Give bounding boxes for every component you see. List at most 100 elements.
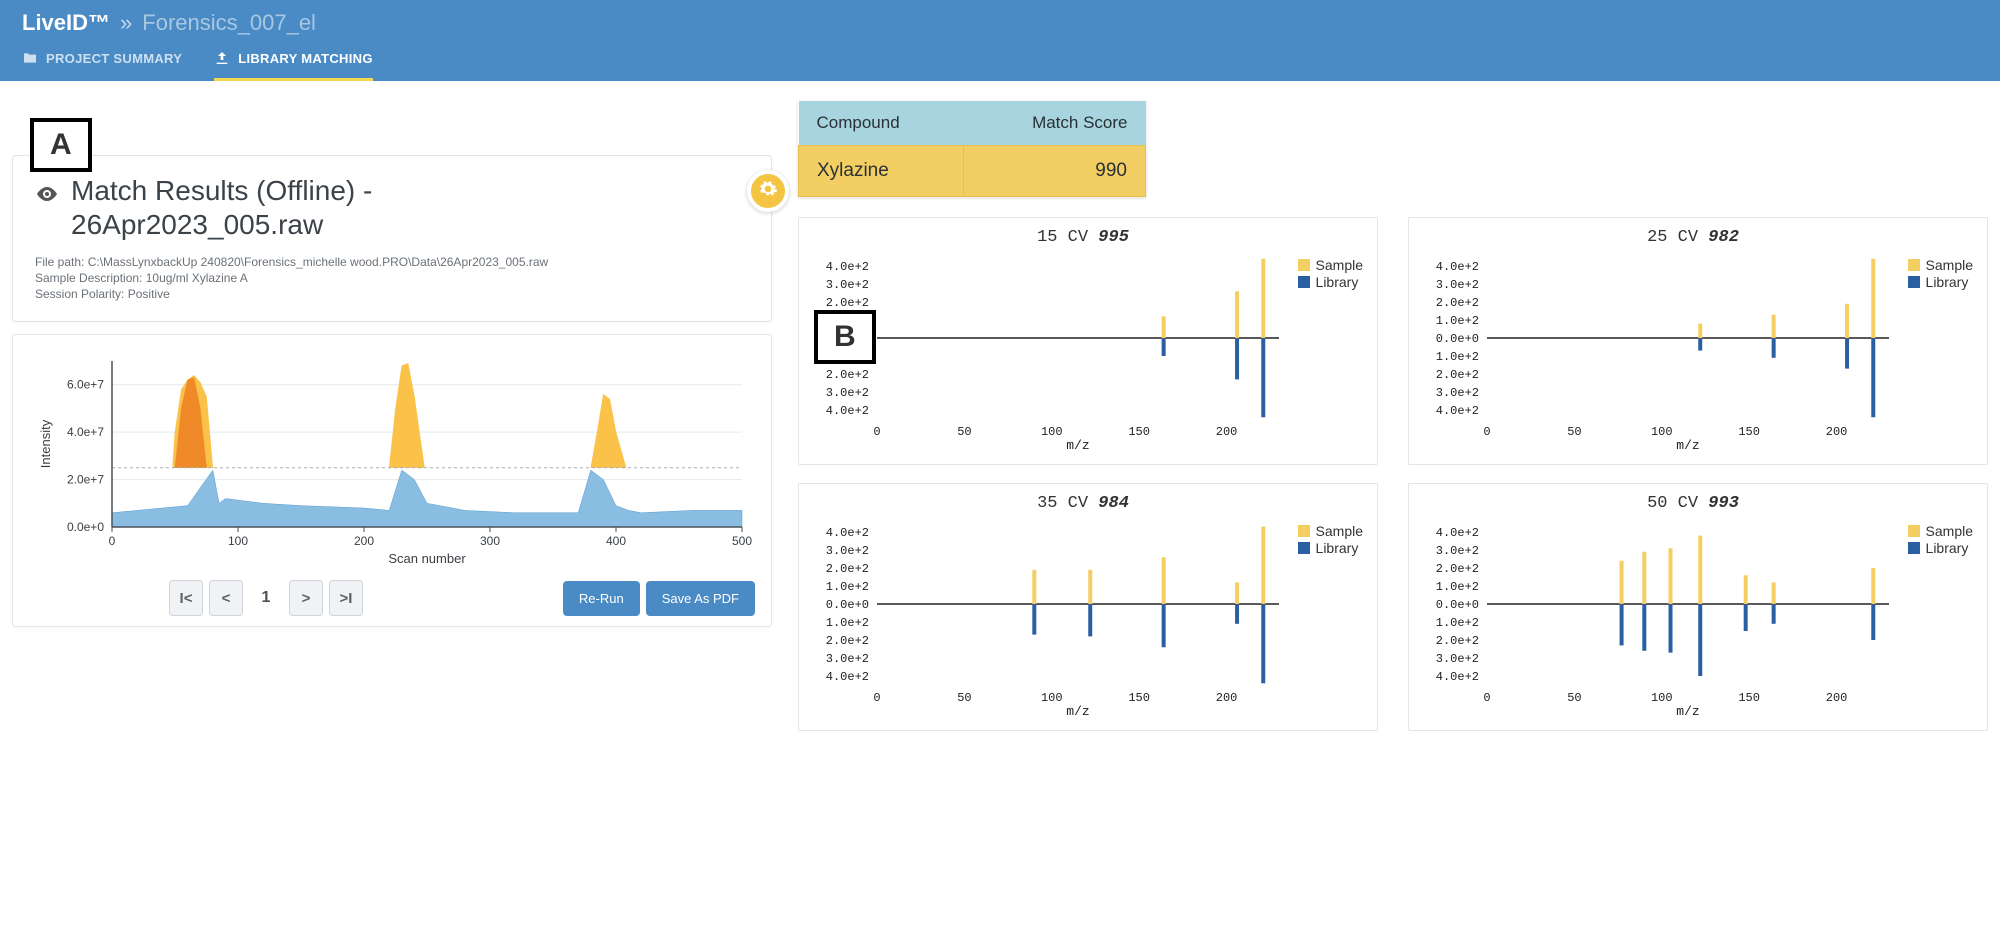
spectrum-card: 50 CV 993SampleLibrary4.0e+23.0e+22.0e+2… bbox=[1408, 483, 1988, 731]
svg-text:4.0e+2: 4.0e+2 bbox=[1436, 404, 1479, 418]
spectrum-title: 15 CV 995 bbox=[799, 228, 1367, 247]
compound-cell: Xylazine bbox=[799, 146, 964, 197]
svg-text:Intensity: Intensity bbox=[38, 419, 53, 468]
score-cell: 990 bbox=[964, 146, 1146, 197]
svg-text:m/z: m/z bbox=[1676, 438, 1699, 453]
spectrum-chart[interactable]: 4.0e+23.0e+22.0e+21.0e+20.0e+01.0e+22.0e… bbox=[799, 519, 1359, 719]
pager-prev-button[interactable]: < bbox=[209, 580, 243, 616]
svg-text:200: 200 bbox=[1826, 425, 1848, 439]
pager-page: 1 bbox=[249, 580, 283, 616]
pager-last-button[interactable]: >I bbox=[329, 580, 363, 616]
svg-text:0.0e+0: 0.0e+0 bbox=[1436, 332, 1479, 346]
app-name: LiveID™ bbox=[22, 10, 110, 36]
gear-icon bbox=[758, 179, 778, 204]
svg-text:0.0e+0: 0.0e+0 bbox=[1436, 598, 1479, 612]
svg-text:200: 200 bbox=[354, 534, 374, 548]
spectrum-chart[interactable]: 4.0e+23.0e+22.0e+21.0e+20.0e+01.0e+22.0e… bbox=[1409, 253, 1969, 453]
svg-text:Scan number: Scan number bbox=[388, 551, 466, 566]
svg-text:150: 150 bbox=[1738, 425, 1760, 439]
tic-chart-card: 0.0e+02.0e+74.0e+76.0e+70100200300400500… bbox=[12, 334, 772, 627]
svg-text:300: 300 bbox=[480, 534, 500, 548]
project-name[interactable]: Forensics_007_el bbox=[142, 10, 316, 36]
svg-text:2.0e+7: 2.0e+7 bbox=[67, 473, 104, 487]
rerun-button[interactable]: Re-Run bbox=[563, 581, 640, 616]
svg-text:100: 100 bbox=[1041, 691, 1063, 705]
legend-label: Library bbox=[1316, 540, 1359, 556]
pager-next-button[interactable]: > bbox=[289, 580, 323, 616]
tab-label: PROJECT SUMMARY bbox=[46, 51, 182, 66]
legend-swatch-sample bbox=[1908, 259, 1920, 271]
spectrum-title: 35 CV 984 bbox=[799, 494, 1367, 513]
svg-text:1.0e+2: 1.0e+2 bbox=[1436, 350, 1479, 364]
legend-swatch-library bbox=[1908, 276, 1920, 288]
legend: SampleLibrary bbox=[1298, 522, 1363, 557]
spectrum-title: 25 CV 982 bbox=[1409, 228, 1977, 247]
svg-text:m/z: m/z bbox=[1066, 704, 1089, 719]
settings-button[interactable] bbox=[747, 170, 789, 212]
svg-text:3.0e+2: 3.0e+2 bbox=[1436, 652, 1479, 666]
folder-icon bbox=[22, 50, 38, 66]
svg-text:4.0e+2: 4.0e+2 bbox=[1436, 526, 1479, 540]
pager: I< < 1 > >I bbox=[169, 580, 363, 616]
tic-chart[interactable]: 0.0e+02.0e+74.0e+76.0e+70100200300400500… bbox=[29, 351, 755, 567]
svg-text:3.0e+2: 3.0e+2 bbox=[1436, 278, 1479, 292]
svg-text:1.0e+2: 1.0e+2 bbox=[1436, 616, 1479, 630]
polarity-line: Session Polarity: Positive bbox=[35, 287, 749, 301]
spectrum-card: 15 CV 995 SampleLibrary 4.0e+2 3.0e+2 2.0e+2… bbox=[798, 217, 1378, 465]
svg-text:100: 100 bbox=[1651, 691, 1673, 705]
svg-text:200: 200 bbox=[1216, 425, 1238, 439]
pager-first-button[interactable]: I< bbox=[169, 580, 203, 616]
legend-swatch-library bbox=[1298, 542, 1310, 554]
save-pdf-button[interactable]: Save As PDF bbox=[646, 581, 755, 616]
first-icon: I< bbox=[180, 590, 193, 607]
svg-text:4.0e+2: 4.0e+2 bbox=[826, 670, 869, 684]
table-row[interactable]: Xylazine 990 bbox=[799, 146, 1146, 197]
file-path-line: File path: C:\MassLynxbackUp 240820\Fore… bbox=[35, 255, 749, 269]
legend-label: Sample bbox=[1316, 523, 1363, 539]
svg-text:4.0e+2: 4.0e+2 bbox=[1436, 260, 1479, 274]
svg-text:4.0e+2: 4.0e+2 bbox=[826, 404, 869, 418]
legend-swatch-library bbox=[1908, 542, 1920, 554]
svg-text:2.0e+2: 2.0e+2 bbox=[826, 368, 869, 382]
tab-project-summary[interactable]: PROJECT SUMMARY bbox=[22, 40, 182, 81]
legend-swatch-library bbox=[1298, 276, 1310, 288]
col-compound: Compound bbox=[799, 101, 964, 146]
spectrum-card: 35 CV 984 SampleLibrary 4.0e+2 3.0e+2 2.0e+2… bbox=[798, 483, 1378, 731]
svg-text:1.0e+2: 1.0e+2 bbox=[1436, 580, 1479, 594]
svg-text:50: 50 bbox=[957, 425, 971, 439]
svg-text:6.0e+7: 6.0e+7 bbox=[67, 378, 104, 392]
svg-text:1.0e+2: 1.0e+2 bbox=[826, 616, 869, 630]
svg-text:3.0e+2: 3.0e+2 bbox=[826, 386, 869, 400]
spectrum-chart[interactable]: 4.0e+23.0e+22.0e+21.0e+20.0e+01.0e+22.0e… bbox=[1409, 519, 1969, 719]
svg-text:2.0e+2: 2.0e+2 bbox=[826, 634, 869, 648]
chevron-left-icon: < bbox=[222, 590, 231, 607]
legend-label: Library bbox=[1926, 274, 1969, 290]
spectrum-card: 25 CV 982SampleLibrary4.0e+23.0e+22.0e+2… bbox=[1408, 217, 1988, 465]
legend: SampleLibrary bbox=[1298, 256, 1363, 291]
svg-text:4.0e+2: 4.0e+2 bbox=[826, 260, 869, 274]
svg-text:150: 150 bbox=[1738, 691, 1760, 705]
svg-text:50: 50 bbox=[1567, 691, 1581, 705]
last-icon: >I bbox=[340, 590, 353, 607]
svg-text:4.0e+2: 4.0e+2 bbox=[1436, 670, 1479, 684]
legend-label: Library bbox=[1926, 540, 1969, 556]
tab-bar: PROJECT SUMMARY LIBRARY MATCHING bbox=[0, 40, 2000, 81]
match-title-file: 26Apr2023_005.raw bbox=[71, 208, 372, 242]
legend-label: Sample bbox=[1926, 523, 1973, 539]
upload-icon bbox=[214, 50, 230, 66]
svg-text:1.0e+2: 1.0e+2 bbox=[826, 580, 869, 594]
match-results-card: Match Results (Offline) - 26Apr2023_005.… bbox=[12, 155, 772, 322]
svg-text:1.0e+2: 1.0e+2 bbox=[1436, 314, 1479, 328]
svg-text:3.0e+2: 3.0e+2 bbox=[826, 544, 869, 558]
tab-library-matching[interactable]: LIBRARY MATCHING bbox=[214, 40, 373, 81]
spectrum-title: 50 CV 993 bbox=[1409, 494, 1977, 513]
svg-text:150: 150 bbox=[1128, 425, 1150, 439]
svg-text:200: 200 bbox=[1826, 691, 1848, 705]
svg-text:m/z: m/z bbox=[1676, 704, 1699, 719]
spectrum-chart[interactable]: 4.0e+23.0e+22.0e+21.0e+20.0e+01.0e+22.0e… bbox=[799, 253, 1359, 453]
svg-text:100: 100 bbox=[1651, 425, 1673, 439]
match-title-line1: Match Results (Offline) - bbox=[71, 174, 372, 208]
svg-text:0.0e+0: 0.0e+0 bbox=[826, 598, 869, 612]
legend-label: Sample bbox=[1926, 257, 1973, 273]
svg-text:500: 500 bbox=[732, 534, 752, 548]
